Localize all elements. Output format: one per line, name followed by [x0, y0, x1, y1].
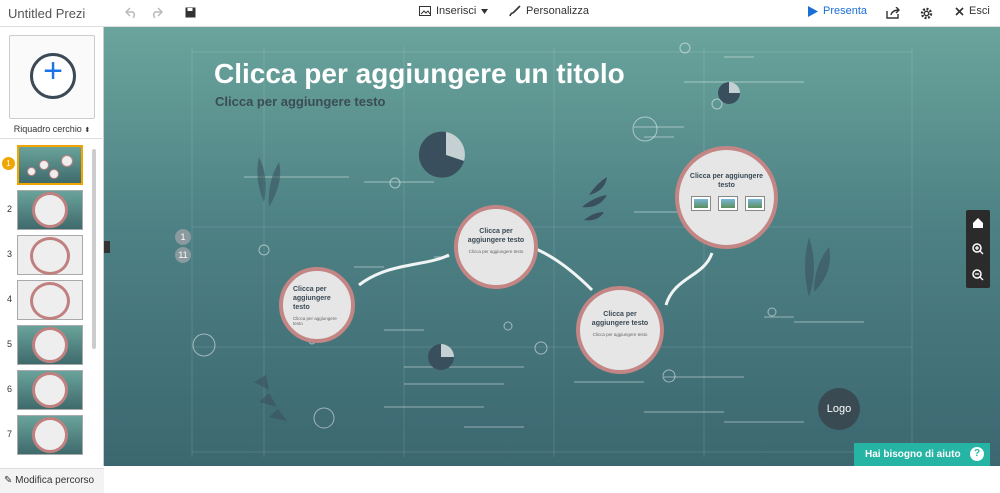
image-placeholder-icon: [691, 196, 711, 211]
help-button[interactable]: Hai bisogno di aiuto ?: [854, 443, 990, 466]
node-title: Clicca per aggiungere testo: [689, 173, 764, 189]
slide-thumbnail-3[interactable]: 3: [0, 235, 92, 275]
home-icon[interactable]: [966, 210, 990, 236]
canvas-decorations: [191, 42, 913, 457]
slide-title[interactable]: Clicca per aggiungere un titolo: [214, 56, 634, 91]
save-icon[interactable]: [185, 7, 196, 18]
edit-path-button[interactable]: ✎ Modifica percorso: [0, 468, 104, 493]
undo-icon[interactable]: [125, 7, 138, 18]
node-body: Clicca per aggiungere testo: [592, 332, 648, 337]
play-icon: [808, 5, 818, 17]
insert-label: Inserisci: [436, 5, 477, 17]
customize-button[interactable]: Personalizza: [509, 5, 589, 17]
zoom-in-icon[interactable]: [966, 236, 990, 262]
slide-number: 2: [7, 204, 13, 214]
settings-gear-icon[interactable]: [920, 7, 933, 20]
frame-type-select[interactable]: Riquadro cerchio ⬍: [0, 124, 104, 134]
slide-number: 1: [2, 157, 15, 170]
edit-path-label: Modifica percorso: [15, 475, 95, 486]
content-circle-2[interactable]: Clicca per aggiungere testo Clicca per a…: [454, 205, 538, 289]
path-step-badge[interactable]: 11: [175, 247, 191, 263]
thumbnail-image: [17, 190, 83, 230]
prezi-canvas[interactable]: Clicca per aggiungere un titolo Clicca p…: [104, 27, 1000, 466]
insert-menu[interactable]: Inserisci: [419, 5, 489, 17]
plus-icon: +: [30, 52, 76, 99]
insert-icon: [419, 5, 431, 17]
presentation-title[interactable]: Untitled Prezi: [8, 6, 85, 21]
node-title: Clicca per aggiungere testo: [467, 228, 525, 244]
slide-number: 6: [7, 384, 13, 394]
slide-thumbnail-4[interactable]: 4: [0, 280, 92, 320]
logo-placeholder[interactable]: Logo: [818, 388, 860, 430]
slide-thumbnail-1[interactable]: 1: [0, 145, 92, 185]
top-toolbar: Untitled Prezi Inserisci Personalizza Pr…: [0, 0, 1000, 27]
slide-sidebar: + Riquadro cerchio ⬍ 1 2 3 4 5 6 7 ✎ Mod…: [0, 27, 104, 493]
present-label: Presenta: [823, 5, 868, 17]
thumbnail-image: [17, 145, 83, 185]
share-icon[interactable]: [886, 7, 900, 19]
close-icon: [955, 6, 964, 16]
exit-label: Esci: [969, 5, 990, 17]
frame-type-label: Riquadro cerchio: [13, 124, 82, 134]
slide-list: 1 2 3 4 5 6 7: [0, 145, 104, 462]
updown-icon: ⬍: [84, 127, 91, 134]
content-circle-4[interactable]: Clicca per aggiungere testo: [675, 146, 778, 249]
customize-label: Personalizza: [526, 5, 589, 17]
node-body: Clicca per aggiungere testo: [293, 316, 337, 326]
thumbnail-image: [17, 280, 83, 320]
image-placeholder-icon: [718, 196, 738, 211]
redo-icon[interactable]: [150, 7, 163, 18]
slide-thumbnail-2[interactable]: 2: [0, 190, 92, 230]
zoom-out-icon[interactable]: [966, 262, 990, 288]
brush-icon: [509, 5, 521, 17]
node-title: Clicca per aggiungere testo: [591, 311, 649, 327]
sidebar-resize-handle[interactable]: [104, 241, 110, 253]
question-icon: ?: [970, 447, 984, 461]
slide-thumbnail-5[interactable]: 5: [0, 325, 92, 365]
present-button[interactable]: Presenta: [808, 5, 867, 17]
thumbnail-image: [17, 325, 83, 365]
slide-number: 4: [7, 294, 13, 304]
content-circle-1[interactable]: Clicca per aggiungere testo Clicca per a…: [279, 267, 355, 343]
node-title: Clicca per aggiungere testo: [293, 286, 331, 311]
divider: [0, 138, 104, 139]
sidebar-scrollbar[interactable]: [92, 149, 96, 349]
slide-number: 5: [7, 339, 13, 349]
slide-thumbnail-7[interactable]: 7: [0, 415, 92, 455]
content-circle-3[interactable]: Clicca per aggiungere testo Clicca per a…: [576, 286, 664, 374]
help-label: Hai bisogno di aiuto: [865, 449, 961, 460]
thumbnail-image: [17, 235, 83, 275]
add-frame-button[interactable]: +: [9, 35, 95, 119]
image-placeholder-icon: [745, 196, 765, 211]
chevron-down-icon: [481, 8, 489, 14]
thumbnail-image: [17, 370, 83, 410]
thumbnail-image: [17, 415, 83, 455]
slide-number: 7: [7, 429, 13, 439]
exit-button[interactable]: Esci: [955, 5, 990, 17]
slide-subtitle[interactable]: Clicca per aggiungere testo: [215, 94, 386, 109]
slide-thumbnail-6[interactable]: 6: [0, 370, 92, 410]
zoom-controls: [966, 210, 990, 288]
node-body: Clicca per aggiungere testo: [468, 249, 524, 254]
path-step-badge[interactable]: 1: [175, 229, 191, 245]
slide-number: 3: [7, 249, 13, 259]
pencil-icon: ✎: [4, 475, 13, 486]
